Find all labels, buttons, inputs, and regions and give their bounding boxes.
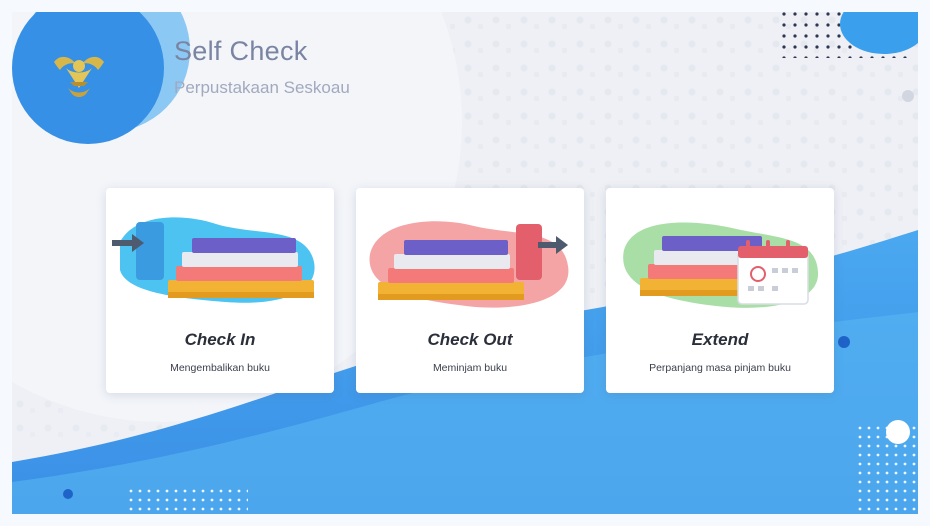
check-out-title: Check Out bbox=[427, 330, 513, 349]
book-return-icon bbox=[112, 217, 315, 303]
app-subtitle: Perpustakaan Seskoau bbox=[174, 78, 350, 97]
check-out-card[interactable]: Check Out Meminjam buku bbox=[356, 188, 584, 393]
check-in-subtitle: Mengembalikan buku bbox=[170, 362, 270, 374]
self-check-screen: Self Check Perpustakaan Seskoau Check In… bbox=[0, 0, 930, 526]
app-title: Self Check bbox=[174, 36, 308, 66]
check-in-title: Check In bbox=[184, 330, 256, 349]
extend-card[interactable]: Extend Perpanjang masa pinjam buku bbox=[606, 188, 834, 393]
extend-title: Extend bbox=[691, 330, 749, 349]
eagle-emblem-icon bbox=[46, 42, 112, 108]
book-borrow-icon bbox=[369, 221, 569, 308]
check-out-subtitle: Meminjam buku bbox=[432, 362, 508, 374]
check-in-card[interactable]: Check In Mengembalikan buku bbox=[106, 188, 334, 393]
extend-subtitle: Perpanjang masa pinjam buku bbox=[649, 362, 791, 374]
calendar-extend-icon bbox=[623, 222, 819, 308]
